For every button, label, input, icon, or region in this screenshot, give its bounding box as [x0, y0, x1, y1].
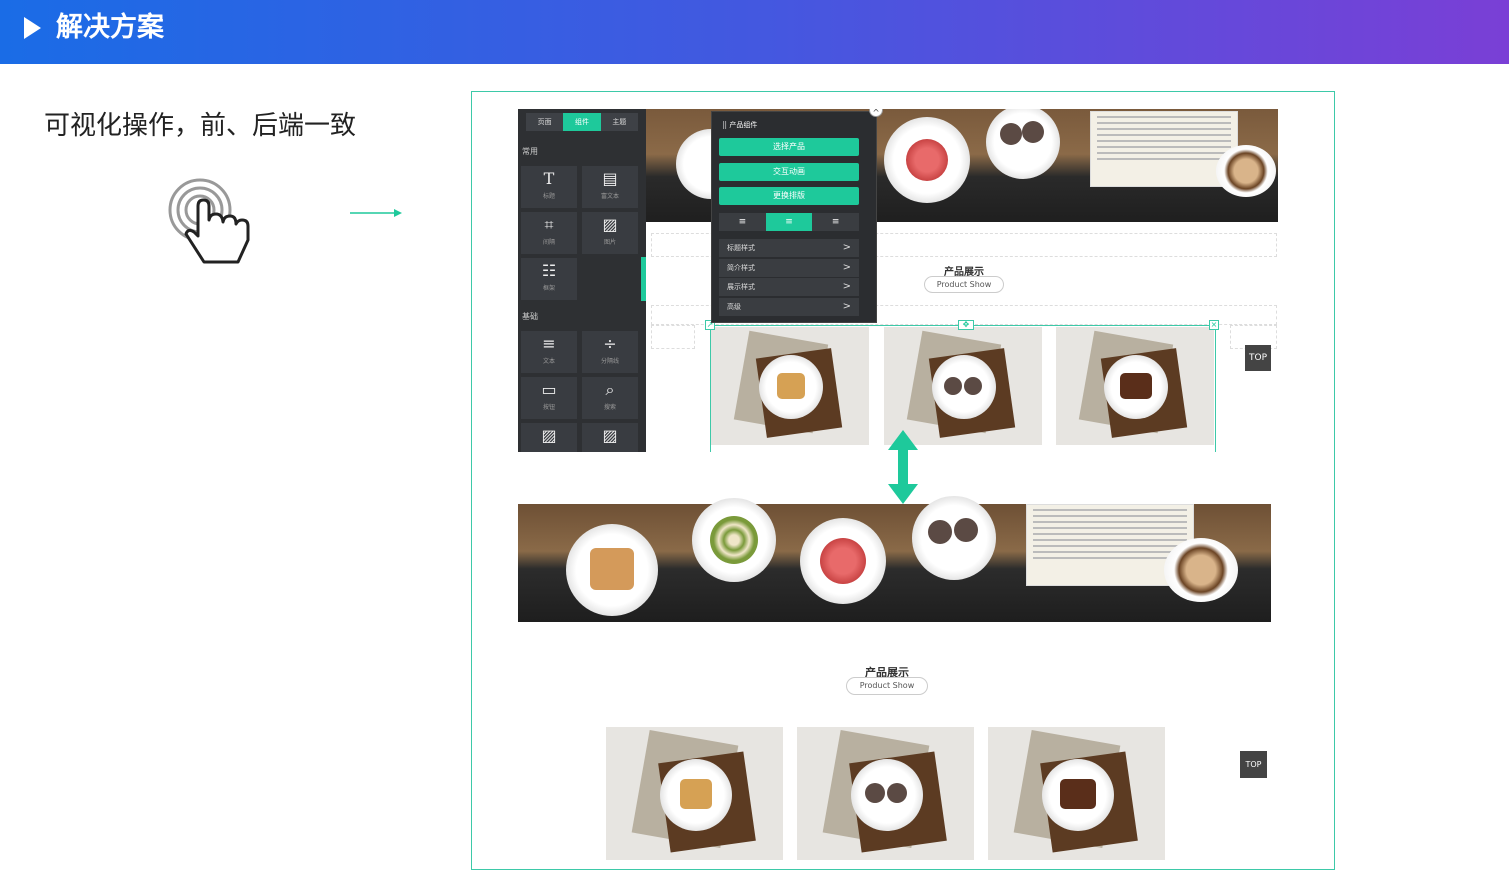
- change-layout-button[interactable]: 更换排版: [719, 187, 859, 205]
- menu-advanced[interactable]: 高级 >: [719, 298, 859, 316]
- slide-title: 解决方案: [56, 12, 164, 43]
- chevron-right-icon: >: [842, 281, 851, 292]
- double-arrow-icon: [888, 430, 918, 504]
- editor-screenshot: 页面 组件 主题 常用 T 标题 ▤ 富文本 ⌗ 间隔 ▨ 图片 ☷ 框架 基础 ≡ 文本 …: [518, 109, 1278, 452]
- divider-icon: ÷: [603, 334, 617, 353]
- product-component-popup: ⣿ 产品组件 选择产品 交互动画 更换排版 ≡ ≡ ≡ 标题样式 > 简介样式 > …: [711, 111, 877, 323]
- interaction-animation-button[interactable]: 交互动画: [719, 163, 859, 181]
- delete-icon[interactable]: ×: [1209, 320, 1219, 330]
- component-image-2[interactable]: ▨: [521, 423, 577, 452]
- coffee-cup: [1164, 538, 1238, 602]
- align-right-icon[interactable]: ≡: [812, 213, 859, 231]
- image-icon: ▨: [602, 215, 618, 234]
- empty-cell: [651, 325, 695, 349]
- product-image[interactable]: [988, 727, 1165, 860]
- popup-header: ⣿ 产品组件: [722, 120, 757, 130]
- title-icon: T: [543, 169, 555, 188]
- align-center-icon[interactable]: ≡: [765, 213, 813, 231]
- panel-resize-handle[interactable]: [641, 257, 646, 301]
- coffee-cup: [1216, 145, 1276, 197]
- panel-tabs: 页面 组件 主题: [526, 113, 638, 131]
- play-triangle-icon: [24, 17, 41, 39]
- select-product-button[interactable]: 选择产品: [719, 138, 859, 156]
- tab-page[interactable]: 页面: [526, 113, 563, 131]
- tile-label: 搜索: [603, 404, 616, 411]
- frontend-section-subtitle: Product Show: [846, 677, 928, 695]
- selection-outline: [710, 325, 1216, 452]
- slide-subtitle: 可视化操作，前、后端一致: [44, 111, 357, 141]
- plate: [884, 117, 970, 203]
- rich-text-icon: ▤: [602, 169, 618, 188]
- menu-label: 高级: [727, 303, 741, 311]
- text-icon: ≡: [542, 334, 556, 353]
- frontend-hero-banner: [518, 496, 1271, 622]
- product-image[interactable]: [606, 727, 783, 860]
- back-to-top-button[interactable]: TOP: [1245, 345, 1271, 371]
- menu-label: 展示样式: [727, 283, 755, 291]
- tile-label: 框架: [542, 285, 555, 292]
- menu-title-style[interactable]: 标题样式 >: [719, 239, 859, 257]
- component-rich-text[interactable]: ▤ 富文本: [582, 166, 638, 208]
- tab-component[interactable]: 组件: [563, 113, 601, 131]
- component-title[interactable]: T 标题: [521, 166, 577, 208]
- component-image[interactable]: ▨ 图片: [582, 212, 638, 254]
- menu-display-style[interactable]: 展示样式 >: [719, 278, 859, 296]
- tile-label: 文本: [542, 358, 555, 365]
- component-search[interactable]: ⌕ 搜索: [582, 377, 638, 419]
- chevron-right-icon: >: [842, 242, 851, 253]
- menu-label: 简介样式: [727, 264, 755, 272]
- component-image-3[interactable]: ▨: [582, 423, 638, 452]
- tile-label: 按钮: [542, 404, 555, 411]
- section-common-label: 常用: [522, 147, 538, 156]
- header-banner: 解决方案: [0, 0, 1509, 64]
- plate: [986, 109, 1060, 179]
- plate: [800, 518, 886, 604]
- move-handle-icon[interactable]: ✥: [958, 320, 974, 330]
- product-image[interactable]: [797, 727, 974, 860]
- plate: [692, 498, 776, 582]
- frame-icon: ☷: [541, 261, 557, 280]
- section-subtitle: Product Show: [924, 276, 1004, 293]
- plate: [912, 496, 996, 580]
- section-basic-label: 基础: [522, 312, 538, 321]
- component-panel: 页面 组件 主题 常用 T 标题 ▤ 富文本 ⌗ 间隔 ▨ 图片 ☷ 框架 基础 ≡ 文本 …: [518, 109, 646, 452]
- button-icon: ▭: [541, 380, 557, 399]
- right-arrow-icon: [350, 209, 402, 217]
- align-left-icon[interactable]: ≡: [719, 213, 766, 231]
- chevron-right-icon: >: [842, 301, 851, 312]
- image-icon: ▨: [602, 426, 618, 445]
- tile-label: 分隔线: [600, 358, 619, 365]
- tab-theme[interactable]: 主题: [601, 113, 638, 131]
- tile-label: 标题: [542, 193, 555, 200]
- spacing-icon: ⌗: [544, 215, 554, 234]
- chevron-right-icon: >: [842, 262, 851, 273]
- menu-intro-style[interactable]: 简介样式 >: [719, 259, 859, 277]
- slide: 解决方案 可视化操作，前、后端一致 页面 组件 主题 常用 T 标题 ▤ 富文本…: [0, 0, 1509, 891]
- component-divider[interactable]: ÷ 分隔线: [582, 331, 638, 373]
- alignment-group: ≡ ≡ ≡: [719, 213, 859, 231]
- plate: [566, 524, 658, 616]
- touch-hand-icon: [168, 178, 250, 264]
- tile-label: 富文本: [600, 193, 619, 200]
- tile-label: 间隔: [542, 239, 555, 246]
- tile-label: 图片: [603, 239, 616, 246]
- frontend-back-to-top-button[interactable]: TOP: [1240, 751, 1267, 778]
- image-icon: ▨: [541, 426, 557, 445]
- component-frame[interactable]: ☷ 框架: [521, 258, 577, 300]
- menu-label: 标题样式: [727, 244, 755, 252]
- component-button[interactable]: ▭ 按钮: [521, 377, 577, 419]
- component-text[interactable]: ≡ 文本: [521, 331, 577, 373]
- component-spacing[interactable]: ⌗ 间隔: [521, 212, 577, 254]
- search-icon: ⌕: [605, 380, 615, 399]
- popup-header-label: 产品组件: [729, 121, 758, 129]
